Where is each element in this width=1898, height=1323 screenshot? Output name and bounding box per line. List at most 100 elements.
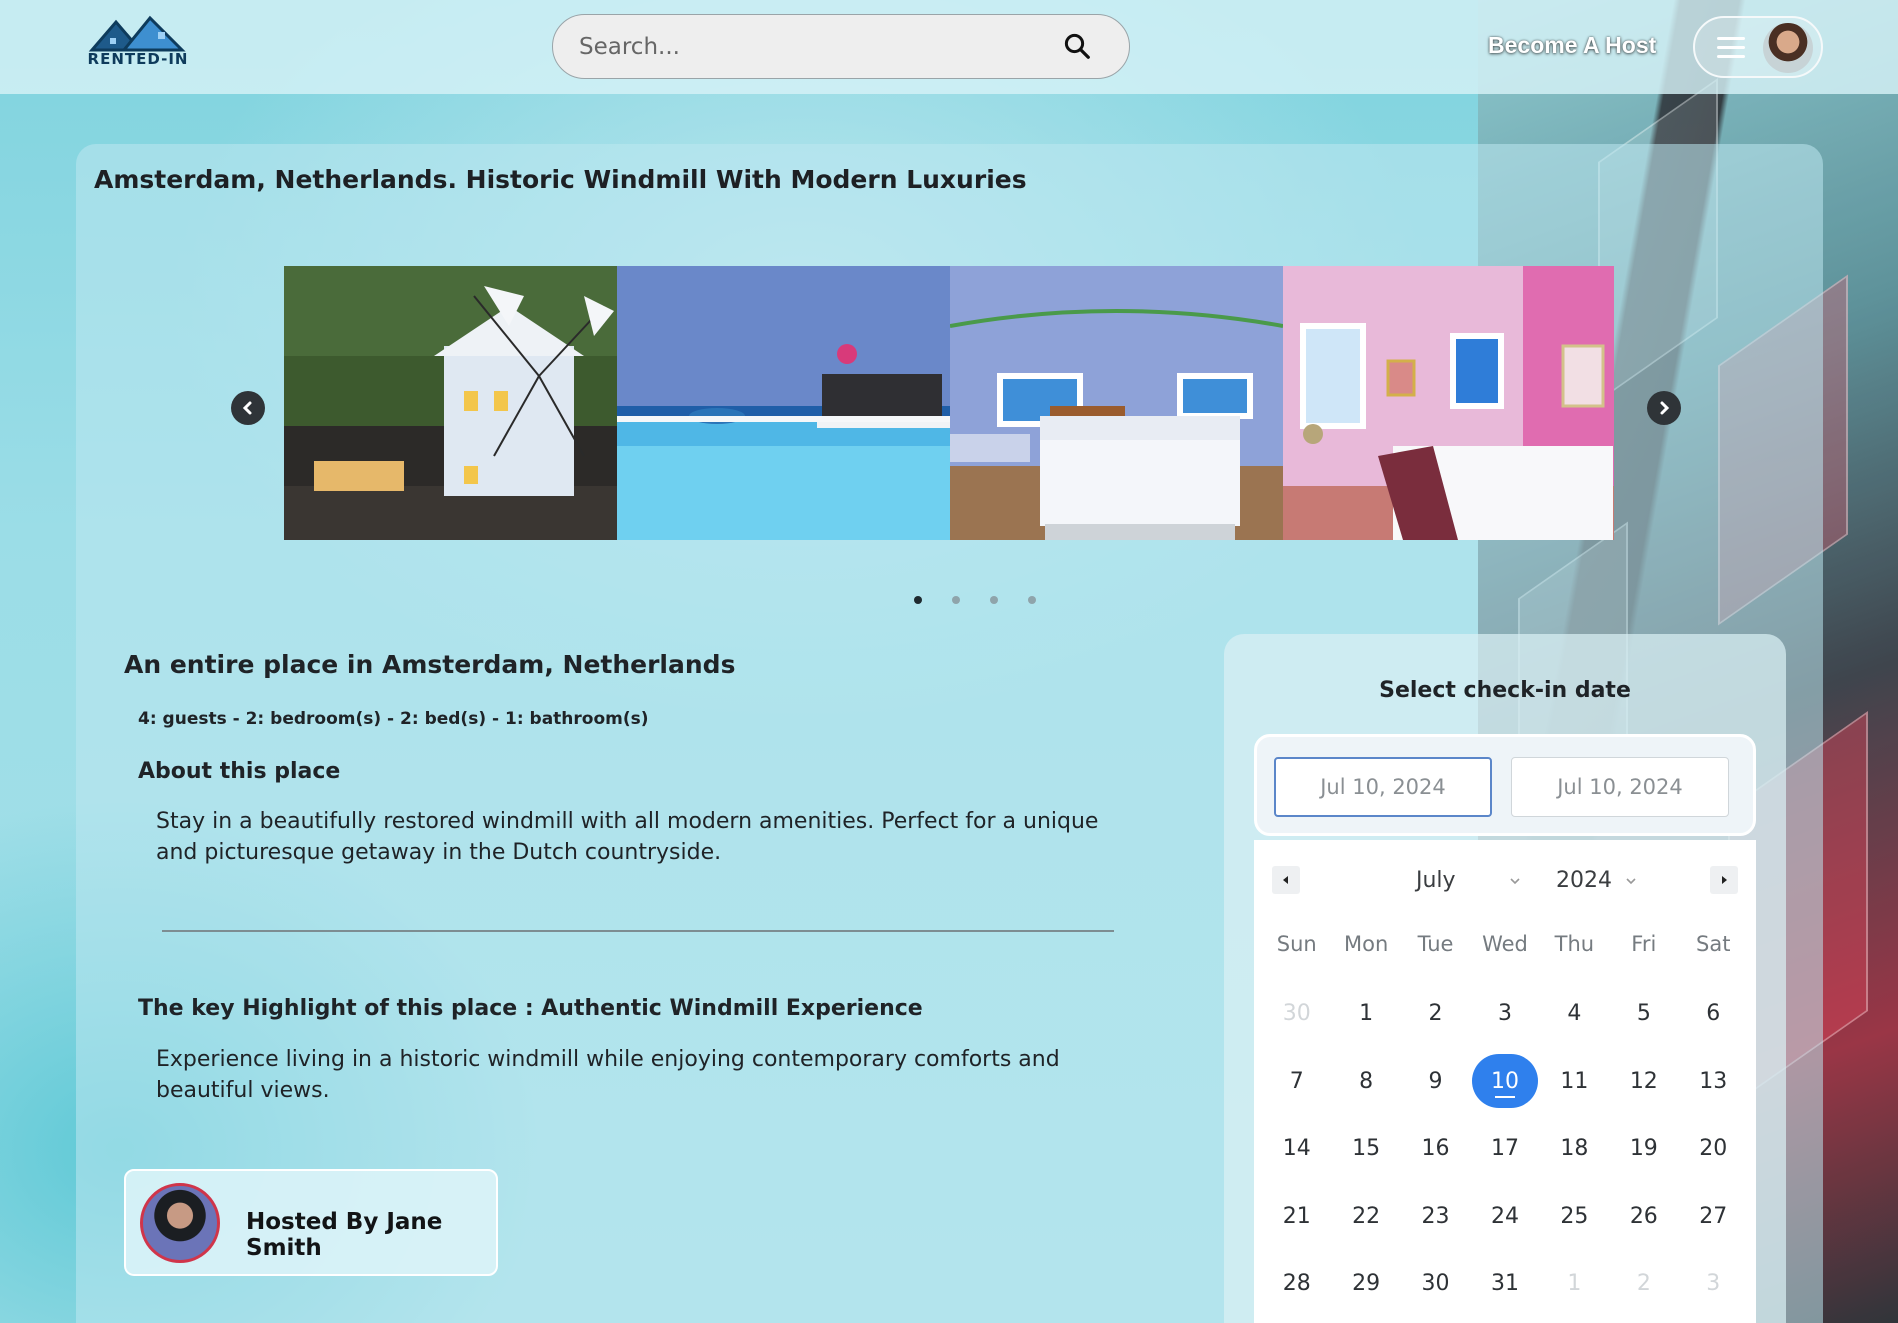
weekday-label: Mon — [1343, 932, 1389, 956]
calendar-day[interactable]: 17 — [1470, 1115, 1539, 1183]
calendar-day[interactable]: 6 — [1679, 980, 1748, 1048]
calendar-day[interactable]: 27 — [1679, 1183, 1748, 1251]
search-bar[interactable] — [552, 14, 1130, 79]
calendar-day[interactable]: 1 — [1331, 980, 1400, 1048]
calendar-day[interactable]: 14 — [1262, 1115, 1331, 1183]
search-input[interactable] — [579, 27, 1039, 67]
calendar-grid: 30 1 2 3 4 5 6 7 8 9 10 11 12 13 14 15 16 17 18 19 20 21 22 23 2… — [1262, 980, 1748, 1318]
month-select[interactable]: July — [1416, 868, 1456, 893]
next-month-button[interactable] — [1710, 866, 1738, 894]
calendar-day-label: 1 — [1359, 1001, 1374, 1027]
calendar-day[interactable]: 13 — [1679, 1048, 1748, 1116]
place-heading: An entire place in Amsterdam, Netherland… — [124, 650, 736, 679]
calendar-day: 2 — [1609, 1250, 1678, 1318]
calendar-day-label: 21 — [1282, 1203, 1311, 1229]
calendar-day[interactable]: 3 — [1470, 980, 1539, 1048]
search-icon[interactable] — [1062, 31, 1092, 61]
calendar-day[interactable]: 30 — [1401, 1250, 1470, 1318]
end-date-field[interactable]: Jul 10, 2024 — [1511, 757, 1729, 817]
calendar-day-label: 20 — [1699, 1136, 1728, 1162]
weekday-header: Sun Mon Tue Wed Thu Fri Sat — [1262, 932, 1748, 956]
carousel-prev-button[interactable] — [231, 391, 265, 425]
calendar-day-label: 24 — [1490, 1203, 1519, 1229]
place-specs: 4: guests - 2: bedroom(s) - 2: bed(s) - … — [138, 709, 649, 729]
section-divider — [162, 930, 1114, 932]
calendar-day[interactable]: 9 — [1401, 1048, 1470, 1116]
calendar-day[interactable]: 25 — [1540, 1183, 1609, 1251]
carousel-dot-2[interactable] — [952, 596, 960, 604]
carousel-slide-windmill[interactable] — [284, 266, 617, 540]
calendar-day[interactable]: 18 — [1540, 1115, 1609, 1183]
carousel-dot-4[interactable] — [1028, 596, 1036, 604]
calendar-day[interactable]: 5 — [1609, 980, 1678, 1048]
calendar-day-label: 29 — [1352, 1271, 1381, 1297]
calendar-day[interactable]: 20 — [1679, 1115, 1748, 1183]
calendar-day[interactable]: 8 — [1331, 1048, 1400, 1116]
calendar-day[interactable]: 16 — [1401, 1115, 1470, 1183]
calendar-day[interactable]: 31 — [1470, 1250, 1539, 1318]
calendar-day[interactable]: 23 — [1401, 1183, 1470, 1251]
carousel-next-button[interactable] — [1647, 391, 1681, 425]
calendar-day: 1 — [1540, 1250, 1609, 1318]
calendar-week-row: 21 22 23 24 25 26 27 — [1262, 1183, 1748, 1251]
year-select[interactable]: 2024 — [1556, 868, 1612, 893]
host-card[interactable]: Hosted By Jane Smith — [124, 1169, 498, 1276]
become-host-link[interactable]: Become A Host — [1488, 32, 1656, 59]
highlight-text: Experience living in a historic windmill… — [156, 1047, 1060, 1103]
calendar-day: 30 — [1262, 980, 1331, 1048]
carousel-slide-pink-bedroom[interactable] — [1283, 266, 1614, 540]
about-text: Stay in a beautifully restored windmill … — [156, 809, 1099, 865]
calendar-day-label: 25 — [1560, 1203, 1589, 1229]
host-name: Hosted By Jane Smith — [246, 1209, 443, 1261]
calendar-day[interactable]: 2 — [1401, 980, 1470, 1048]
calendar-day-label: 18 — [1560, 1136, 1589, 1162]
calendar-day[interactable]: 29 — [1331, 1250, 1400, 1318]
user-menu-button[interactable] — [1693, 16, 1823, 78]
carousel-dot-3[interactable] — [990, 596, 998, 604]
calendar-day[interactable]: 4 — [1540, 980, 1609, 1048]
user-avatar — [1763, 23, 1813, 73]
calendar-day-label: 8 — [1359, 1068, 1374, 1094]
calendar-day[interactable]: 26 — [1609, 1183, 1678, 1251]
calendar-week-row: 14 15 16 17 18 19 20 — [1262, 1115, 1748, 1183]
weekday-label: Fri — [1631, 932, 1657, 956]
calendar-day[interactable]: 11 — [1540, 1048, 1609, 1116]
prev-month-button[interactable] — [1272, 866, 1300, 894]
chevron-down-icon — [1510, 878, 1520, 885]
photo-carousel — [284, 266, 1614, 540]
calendar-day-label: 15 — [1352, 1136, 1381, 1162]
calendar-day[interactable]: 22 — [1331, 1183, 1400, 1251]
listing-title: Amsterdam, Netherlands. Historic Windmil… — [94, 165, 1027, 194]
calendar-day[interactable]: 24 — [1470, 1183, 1539, 1251]
house-logo-icon — [88, 15, 186, 52]
weekday-label: Tue — [1417, 932, 1454, 956]
calendar-day[interactable]: 21 — [1262, 1183, 1331, 1251]
about-heading: About this place — [138, 759, 341, 784]
calendar-day[interactable]: 7 — [1262, 1048, 1331, 1116]
calendar-day[interactable]: 12 — [1609, 1048, 1678, 1116]
carousel-dot-1[interactable] — [914, 596, 922, 604]
calendar-day-label: 13 — [1699, 1068, 1728, 1094]
weekday-label: Wed — [1482, 932, 1528, 956]
weekday-label: Sun — [1276, 932, 1317, 956]
calendar-week-row: 30 1 2 3 4 5 6 — [1262, 980, 1748, 1048]
chevron-down-icon — [1626, 878, 1636, 885]
carousel-dots — [914, 596, 1036, 604]
calendar-day-label: 22 — [1352, 1203, 1381, 1229]
calendar-day[interactable]: 28 — [1262, 1250, 1331, 1318]
calendar-week-row: 7 8 9 10 11 12 13 — [1262, 1048, 1748, 1116]
calendar-day-label: 3 — [1706, 1271, 1721, 1297]
calendar-day-label: 12 — [1629, 1068, 1658, 1094]
start-date-field[interactable]: Jul 10, 2024 — [1274, 757, 1492, 817]
carousel-slide-pool[interactable] — [617, 266, 950, 540]
booking-title: Select check-in date — [1379, 678, 1631, 703]
logo[interactable]: RENTED-IN — [86, 14, 190, 70]
calendar-day-label: 26 — [1629, 1203, 1658, 1229]
caret-right-icon — [1722, 876, 1727, 884]
calendar-day-label: 9 — [1428, 1068, 1443, 1094]
calendar-day[interactable]: 15 — [1331, 1115, 1400, 1183]
calendar-day-label: 2 — [1636, 1271, 1651, 1297]
calendar-day[interactable]: 19 — [1609, 1115, 1678, 1183]
carousel-slide-blue-bedroom[interactable] — [950, 266, 1283, 540]
calendar-day-selected[interactable]: 10 — [1470, 1048, 1539, 1116]
